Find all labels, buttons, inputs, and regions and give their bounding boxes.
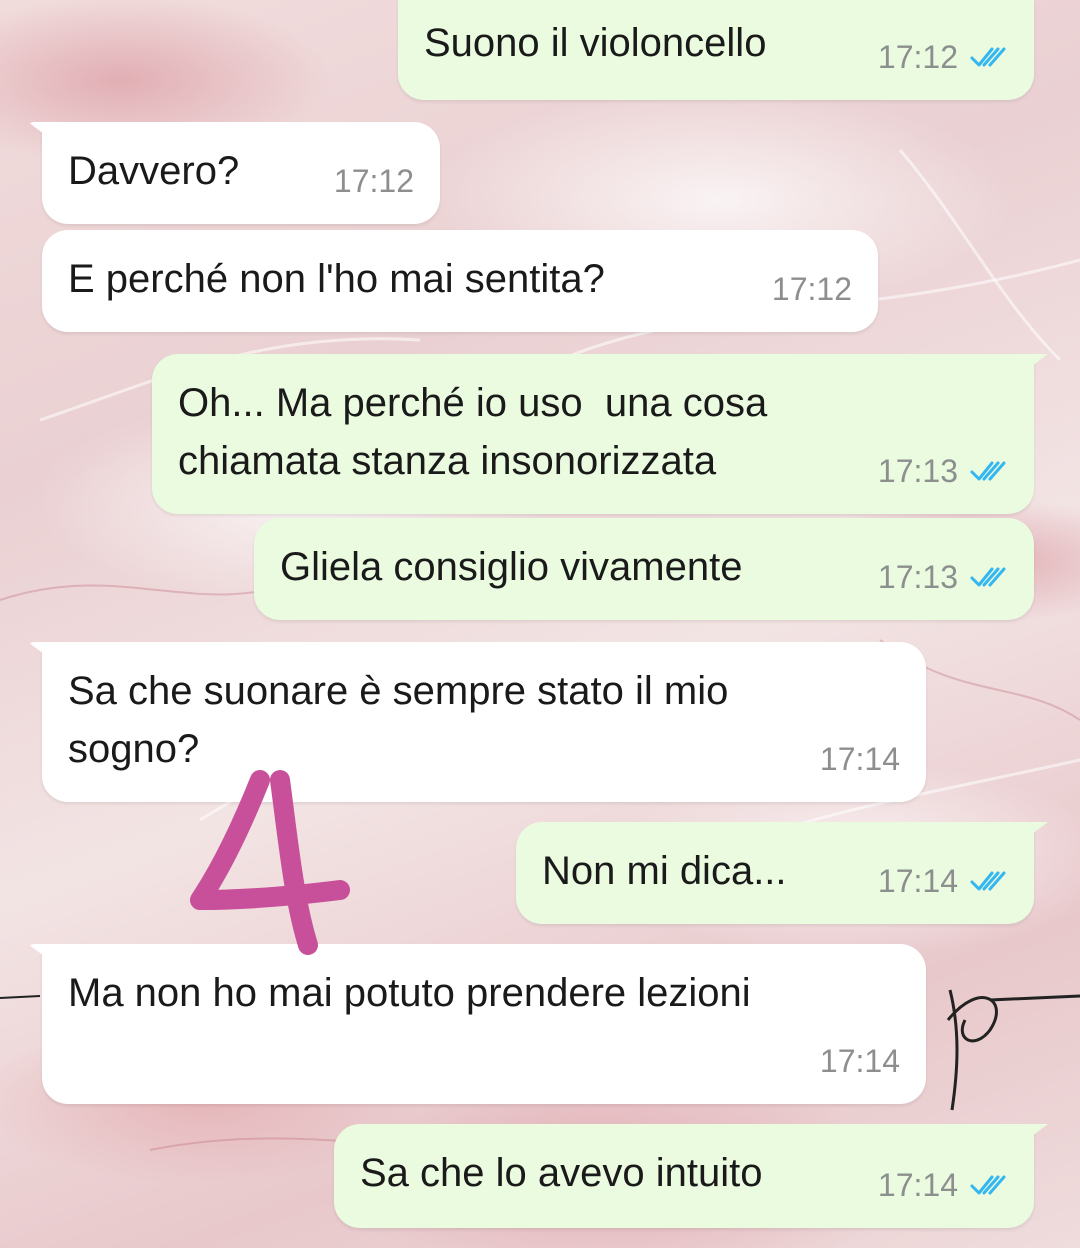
message-text: Suono il violoncello — [424, 21, 767, 65]
message-text: Sa che suonare è sempre stato il mio sog… — [68, 669, 729, 771]
double-check-read-icon — [970, 1175, 1006, 1195]
bubble-tail — [28, 944, 60, 968]
message-time: 17:14 — [877, 863, 958, 899]
bubble-tail — [28, 122, 60, 146]
message-meta: 17:13 — [878, 548, 1008, 606]
double-check-read-icon — [970, 567, 1006, 587]
message-text: E perché non l'ho mai sentita? — [68, 257, 605, 301]
message-bubble-outgoing[interactable]: Suono il violoncello 17:12 — [398, 0, 1034, 100]
message-meta: 17:14 — [878, 852, 1008, 910]
message-bubble-outgoing[interactable]: Gliela consiglio vivamente 17:13 — [254, 518, 1034, 620]
message-text: Sa che lo avevo intuito — [360, 1151, 763, 1195]
message-meta: 17:14 — [820, 1032, 900, 1090]
bubble-tail — [1016, 354, 1048, 378]
message-time: 17:13 — [877, 559, 958, 595]
message-time: 17:12 — [877, 39, 958, 75]
message-meta: 17:14 — [878, 1156, 1008, 1214]
message-text: Ma non ho mai potuto prendere lezioni — [68, 971, 751, 1015]
message-bubble-incoming[interactable]: E perché non l'ho mai sentita? 17:12 — [42, 230, 878, 332]
message-text: Non mi dica... — [542, 849, 787, 893]
wallpaper-script-letter — [946, 989, 1080, 1111]
double-check-read-icon — [970, 871, 1006, 891]
message-bubble-outgoing[interactable]: Non mi dica... 17:14 — [516, 822, 1048, 924]
message-time: 17:12 — [771, 271, 852, 307]
message-time: 17:14 — [819, 741, 900, 777]
message-bubble-incoming[interactable]: Ma non ho mai potuto prendere lezioni 17… — [28, 944, 926, 1104]
message-text: Davvero? — [68, 149, 240, 193]
wallpaper-script-line — [0, 995, 41, 999]
message-time: 17:13 — [877, 453, 958, 489]
message-bubble-outgoing[interactable]: Sa che lo avevo intuito 17:14 — [334, 1124, 1048, 1228]
handwritten-number-overlay: 4 — [190, 770, 350, 955]
message-meta: 17:12 — [334, 152, 414, 210]
message-text: Gliela consiglio vivamente — [280, 545, 743, 589]
bubble-tail — [1016, 822, 1048, 846]
message-text: Oh... Ma perché io uso una cosa chiamata… — [178, 381, 768, 483]
message-meta: 17:12 — [772, 260, 852, 318]
message-time: 17:14 — [819, 1043, 900, 1079]
message-time: 17:14 — [877, 1167, 958, 1203]
message-meta: 17:13 — [878, 442, 1008, 500]
message-time: 17:12 — [333, 163, 414, 199]
message-bubble-incoming[interactable]: Sa che suonare è sempre stato il mio sog… — [28, 642, 926, 802]
bubble-tail — [28, 642, 60, 666]
double-check-read-icon — [970, 47, 1006, 67]
message-meta: 17:12 — [878, 28, 1008, 86]
bubble-tail — [1016, 1124, 1048, 1148]
message-meta: 17:14 — [820, 730, 900, 788]
double-check-read-icon — [970, 461, 1006, 481]
message-bubble-outgoing[interactable]: Oh... Ma perché io uso una cosa chiamata… — [152, 354, 1048, 514]
message-bubble-incoming[interactable]: Davvero? 17:12 — [28, 122, 440, 224]
